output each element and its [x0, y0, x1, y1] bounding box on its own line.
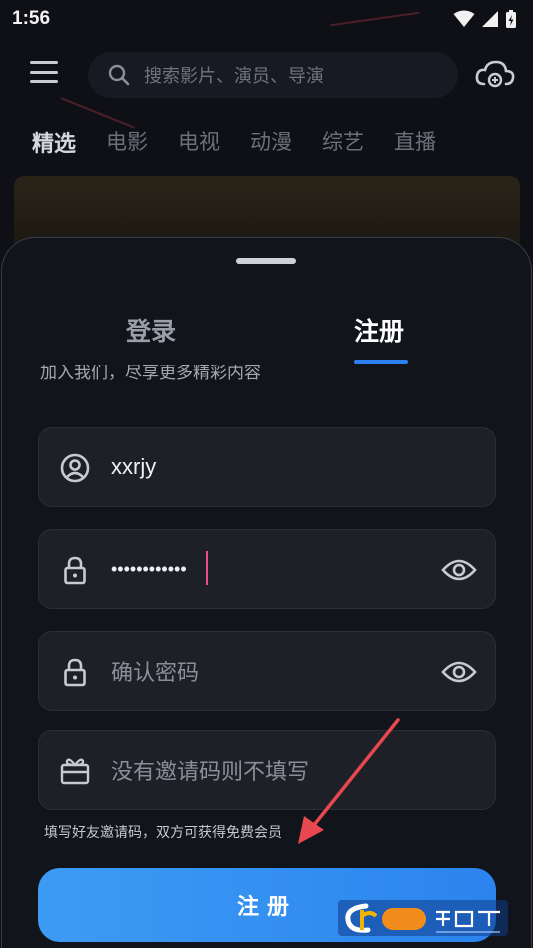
- sheet-drag-handle[interactable]: [236, 258, 296, 264]
- password-value: ••••••••••••: [111, 558, 187, 579]
- tab-live[interactable]: 直播: [394, 126, 436, 158]
- tab-variety[interactable]: 综艺: [322, 126, 364, 158]
- watermark-logo: [338, 900, 508, 936]
- lock-icon: [64, 658, 86, 687]
- username-value: xxrjy: [111, 454, 157, 479]
- signal-icon: [482, 11, 498, 27]
- tab-anime[interactable]: 动漫: [250, 126, 292, 158]
- battery-icon: [506, 10, 516, 28]
- decor-line: [60, 97, 136, 129]
- password-field[interactable]: ••••••••••••: [38, 529, 496, 609]
- invite-code-field[interactable]: 没有邀请码则不填写: [38, 730, 496, 810]
- search-input[interactable]: 搜索影片、演员、导演: [88, 52, 458, 98]
- tab-tv[interactable]: 电视: [178, 126, 220, 158]
- category-tabs: 精选 电影 电视 动漫 综艺 直播: [32, 126, 466, 158]
- tab-featured[interactable]: 精选: [32, 126, 76, 158]
- sheet-subtitle: 加入我们，尽享更多精彩内容: [40, 365, 261, 383]
- top-bar: 搜索影片、演员、导演: [0, 46, 533, 100]
- confirm-password-placeholder: 确认密码: [111, 661, 200, 686]
- cloud-sync-icon[interactable]: [474, 58, 516, 90]
- status-bar: 1:56: [0, 0, 533, 38]
- annotation-arrow: [298, 718, 400, 844]
- eye-icon[interactable]: [441, 656, 477, 688]
- gift-icon: [60, 758, 90, 785]
- wifi-icon: [453, 10, 475, 27]
- user-icon: [60, 453, 90, 483]
- invite-code-placeholder: 没有邀请码则不填写: [111, 760, 310, 785]
- search-placeholder: 搜索影片、演员、导演: [144, 66, 324, 87]
- username-field[interactable]: xxrjy: [38, 427, 496, 507]
- status-time: 1:56: [12, 8, 51, 29]
- invite-hint: 填写好友邀请码，双方可获得免费会员: [44, 825, 282, 841]
- tab-register[interactable]: 注册: [354, 312, 404, 348]
- status-icons: [453, 9, 517, 29]
- search-icon: [108, 64, 130, 86]
- menu-icon[interactable]: [30, 61, 58, 83]
- register-button-label: 注册: [236, 895, 297, 920]
- subtitle-clip: 加入我们，尽享更多精彩内容: [40, 365, 500, 389]
- eye-icon[interactable]: [441, 554, 477, 586]
- tab-login[interactable]: 登录: [126, 312, 176, 348]
- lock-icon: [64, 556, 86, 585]
- tab-movies[interactable]: 电影: [106, 126, 148, 158]
- tab-active-indicator: [354, 360, 408, 364]
- text-caret: [206, 551, 208, 585]
- confirm-password-field[interactable]: 确认密码: [38, 631, 496, 711]
